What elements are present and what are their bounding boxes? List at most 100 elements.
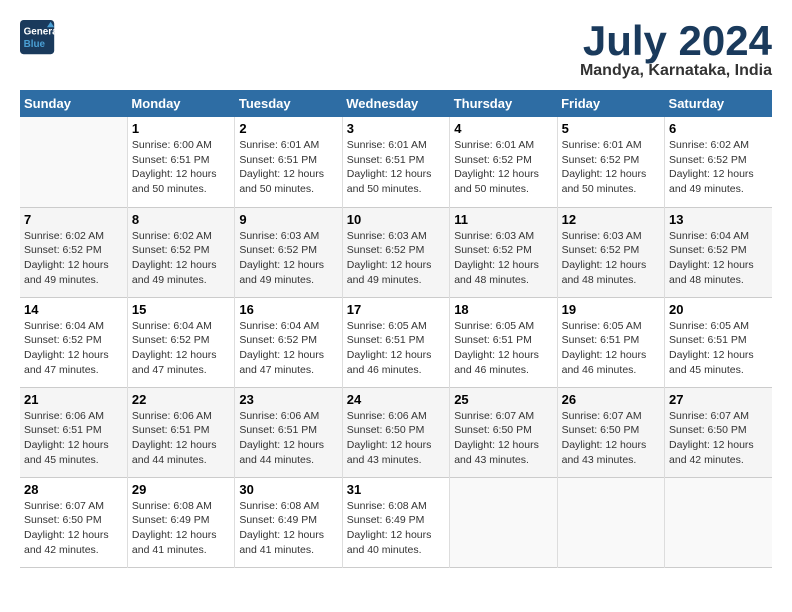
day-number: 2	[239, 121, 337, 136]
weekday-header: Tuesday	[235, 90, 342, 117]
calendar-cell: 30 Sunrise: 6:08 AMSunset: 6:49 PMDayligh…	[235, 477, 342, 567]
day-number: 11	[454, 212, 552, 227]
day-info: Sunrise: 6:03 AMSunset: 6:52 PMDaylight:…	[454, 229, 552, 288]
calendar-cell: 27Sunrise: 6:07 AMSunset: 6:50 PMDayligh…	[665, 387, 772, 477]
day-info: Sunrise: 6:06 AMSunset: 6:51 PMDaylight:…	[239, 409, 337, 468]
calendar-cell: 18 Sunrise: 6:05 AMSunset: 6:51 PMDayligh…	[450, 297, 557, 387]
day-info: Sunrise: 6:03 AMSunset: 6:52 PMDaylight:…	[562, 229, 660, 288]
day-info: Sunrise: 6:01 AMSunset: 6:52 PMDaylight:…	[454, 138, 552, 197]
calendar-cell: 2Sunrise: 6:01 AMSunset: 6:51 PMDaylight…	[235, 117, 342, 207]
calendar-table: SundayMondayTuesdayWednesdayThursdayFrid…	[20, 90, 772, 568]
day-info: Sunrise: 6:03 AMSunset: 6:52 PMDaylight:…	[239, 229, 337, 288]
page-header: General Blue July 2024 Mandya, Karnataka…	[20, 20, 772, 80]
day-info: Sunrise: 6:08 AMSunset: 6:49 PMDaylight:…	[239, 499, 337, 558]
calendar-cell: 19 Sunrise: 6:05 AMSunset: 6:51 PMDayligh…	[557, 297, 664, 387]
day-number: 1	[132, 121, 230, 136]
calendar-week-row: 28 Sunrise: 6:07 AMSunset: 6:50 PMDayligh…	[20, 477, 772, 567]
day-number: 9	[239, 212, 337, 227]
day-number: 23	[239, 392, 337, 407]
day-info: Sunrise: 6:02 AMSunset: 6:52 PMDaylight:…	[24, 229, 123, 288]
calendar-week-row: 14 Sunrise: 6:04 AMSunset: 6:52 PMDayligh…	[20, 297, 772, 387]
day-info: Sunrise: 6:04 AMSunset: 6:52 PMDaylight:…	[239, 319, 337, 378]
day-info: Sunrise: 6:07 AMSunset: 6:50 PMDaylight:…	[24, 499, 123, 558]
day-number: 10	[347, 212, 445, 227]
day-number: 3	[347, 121, 445, 136]
calendar-cell: 23 Sunrise: 6:06 AMSunset: 6:51 PMDayligh…	[235, 387, 342, 477]
day-number: 26	[562, 392, 660, 407]
svg-text:General: General	[24, 26, 56, 37]
calendar-cell: 10 Sunrise: 6:03 AMSunset: 6:52 PMDayligh…	[342, 207, 449, 297]
day-info: Sunrise: 6:06 AMSunset: 6:50 PMDaylight:…	[347, 409, 445, 468]
calendar-cell: 22 Sunrise: 6:06 AMSunset: 6:51 PMDayligh…	[127, 387, 234, 477]
day-number: 4	[454, 121, 552, 136]
calendar-cell: 9 Sunrise: 6:03 AMSunset: 6:52 PMDaylight…	[235, 207, 342, 297]
day-info: Sunrise: 6:05 AMSunset: 6:51 PMDaylight:…	[454, 319, 552, 378]
calendar-cell: 28 Sunrise: 6:07 AMSunset: 6:50 PMDayligh…	[20, 477, 127, 567]
day-number: 31	[347, 482, 445, 497]
svg-text:Blue: Blue	[24, 39, 46, 50]
calendar-cell: 16 Sunrise: 6:04 AMSunset: 6:52 PMDayligh…	[235, 297, 342, 387]
day-number: 14	[24, 302, 123, 317]
day-info: Sunrise: 6:05 AMSunset: 6:51 PMDaylight:…	[347, 319, 445, 378]
day-number: 27	[669, 392, 768, 407]
day-info: Sunrise: 6:01 AMSunset: 6:51 PMDaylight:…	[347, 138, 445, 197]
day-info: Sunrise: 6:06 AMSunset: 6:51 PMDaylight:…	[132, 409, 230, 468]
day-info: Sunrise: 6:08 AMSunset: 6:49 PMDaylight:…	[132, 499, 230, 558]
day-info: Sunrise: 6:05 AMSunset: 6:51 PMDaylight:…	[669, 319, 768, 378]
calendar-cell: 5 Sunrise: 6:01 AMSunset: 6:52 PMDaylight…	[557, 117, 664, 207]
day-info: Sunrise: 6:02 AMSunset: 6:52 PMDaylight:…	[132, 229, 230, 288]
calendar-cell: 21Sunrise: 6:06 AMSunset: 6:51 PMDayligh…	[20, 387, 127, 477]
calendar-cell: 17 Sunrise: 6:05 AMSunset: 6:51 PMDayligh…	[342, 297, 449, 387]
day-number: 5	[562, 121, 660, 136]
day-number: 29	[132, 482, 230, 497]
day-number: 6	[669, 121, 768, 136]
day-info: Sunrise: 6:05 AMSunset: 6:51 PMDaylight:…	[562, 319, 660, 378]
calendar-cell: 14Sunrise: 6:04 AMSunset: 6:52 PMDayligh…	[20, 297, 127, 387]
day-number: 15	[132, 302, 230, 317]
calendar-week-row: 21Sunrise: 6:06 AMSunset: 6:51 PMDayligh…	[20, 387, 772, 477]
day-number: 17	[347, 302, 445, 317]
calendar-cell: 31Sunrise: 6:08 AMSunset: 6:49 PMDayligh…	[342, 477, 449, 567]
day-info: Sunrise: 6:02 AMSunset: 6:52 PMDaylight:…	[669, 138, 768, 197]
day-number: 30	[239, 482, 337, 497]
day-info: Sunrise: 6:04 AMSunset: 6:52 PMDaylight:…	[132, 319, 230, 378]
calendar-cell: 3 Sunrise: 6:01 AMSunset: 6:51 PMDaylight…	[342, 117, 449, 207]
calendar-cell: 11 Sunrise: 6:03 AMSunset: 6:52 PMDayligh…	[450, 207, 557, 297]
month-title: July 2024	[580, 20, 772, 62]
calendar-cell: 26 Sunrise: 6:07 AMSunset: 6:50 PMDayligh…	[557, 387, 664, 477]
day-info: Sunrise: 6:06 AMSunset: 6:51 PMDaylight:…	[24, 409, 123, 468]
day-number: 25	[454, 392, 552, 407]
calendar-cell: 25 Sunrise: 6:07 AMSunset: 6:50 PMDayligh…	[450, 387, 557, 477]
calendar-week-row: 7 Sunrise: 6:02 AMSunset: 6:52 PMDaylight…	[20, 207, 772, 297]
day-number: 12	[562, 212, 660, 227]
calendar-cell: 15 Sunrise: 6:04 AMSunset: 6:52 PMDayligh…	[127, 297, 234, 387]
day-number: 8	[132, 212, 230, 227]
calendar-cell: 12 Sunrise: 6:03 AMSunset: 6:52 PMDayligh…	[557, 207, 664, 297]
day-number: 19	[562, 302, 660, 317]
calendar-cell: 24Sunrise: 6:06 AMSunset: 6:50 PMDayligh…	[342, 387, 449, 477]
location: Mandya, Karnataka, India	[580, 62, 772, 80]
title-block: July 2024 Mandya, Karnataka, India	[580, 20, 772, 80]
day-info: Sunrise: 6:07 AMSunset: 6:50 PMDaylight:…	[562, 409, 660, 468]
calendar-cell: 20 Sunrise: 6:05 AMSunset: 6:51 PMDayligh…	[665, 297, 772, 387]
day-number: 16	[239, 302, 337, 317]
calendar-cell: 1Sunrise: 6:00 AMSunset: 6:51 PMDaylight…	[127, 117, 234, 207]
day-number: 20	[669, 302, 768, 317]
calendar-cell: 7 Sunrise: 6:02 AMSunset: 6:52 PMDaylight…	[20, 207, 127, 297]
day-info: Sunrise: 6:07 AMSunset: 6:50 PMDaylight:…	[454, 409, 552, 468]
day-info: Sunrise: 6:01 AMSunset: 6:52 PMDaylight:…	[562, 138, 660, 197]
weekday-header: Wednesday	[342, 90, 449, 117]
weekday-header: Friday	[557, 90, 664, 117]
day-number: 28	[24, 482, 123, 497]
logo: General Blue	[20, 20, 56, 56]
calendar-cell	[557, 477, 664, 567]
day-number: 22	[132, 392, 230, 407]
day-number: 18	[454, 302, 552, 317]
calendar-cell	[665, 477, 772, 567]
day-number: 7	[24, 212, 123, 227]
day-info: Sunrise: 6:03 AMSunset: 6:52 PMDaylight:…	[347, 229, 445, 288]
calendar-week-row: 1Sunrise: 6:00 AMSunset: 6:51 PMDaylight…	[20, 117, 772, 207]
header-row: SundayMondayTuesdayWednesdayThursdayFrid…	[20, 90, 772, 117]
weekday-header: Monday	[127, 90, 234, 117]
calendar-cell	[450, 477, 557, 567]
